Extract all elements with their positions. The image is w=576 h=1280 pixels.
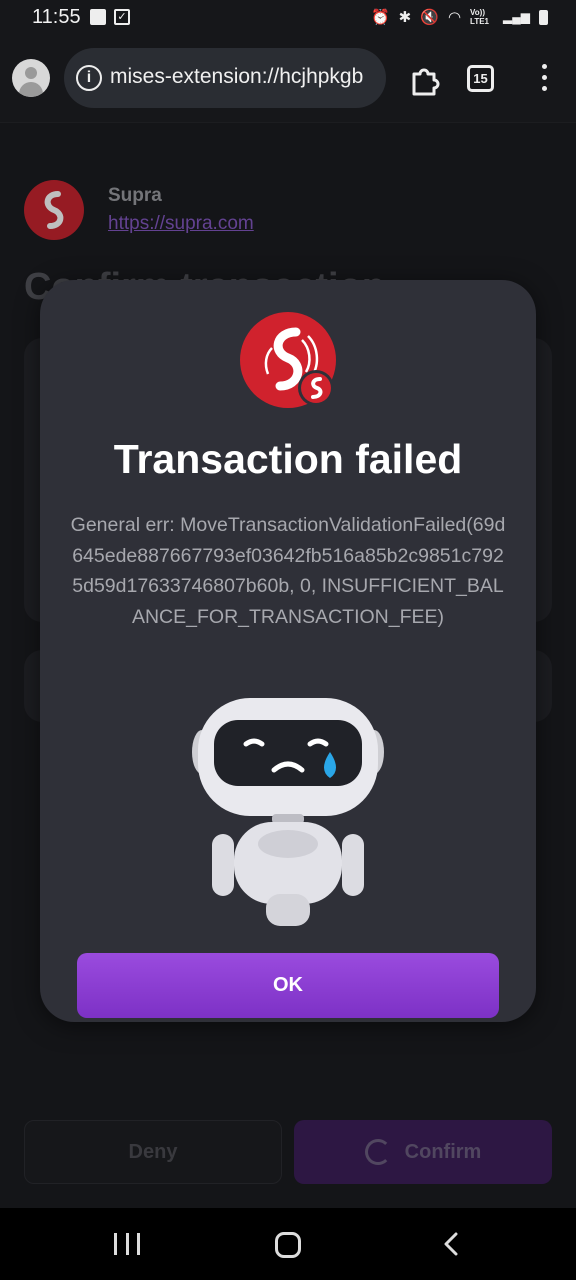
ok-label: OK bbox=[273, 974, 303, 996]
battery-icon bbox=[539, 9, 548, 25]
system-nav-bar bbox=[0, 1208, 576, 1280]
tabs-icon[interactable]: 15 bbox=[467, 65, 494, 92]
ok-button[interactable]: OK bbox=[77, 953, 499, 1018]
more-menu-icon[interactable] bbox=[536, 64, 552, 96]
home-icon[interactable] bbox=[275, 1232, 301, 1258]
supra-logo-icon bbox=[240, 312, 336, 408]
status-left-icons: ✓ bbox=[90, 9, 130, 25]
recent-apps-icon[interactable] bbox=[114, 1233, 140, 1255]
sad-robot-illustration bbox=[192, 698, 384, 926]
address-bar[interactable]: i mises-extension://hcjhpkgb bbox=[64, 48, 386, 108]
browser-toolbar: i mises-extension://hcjhpkgb 15 bbox=[0, 36, 576, 123]
dialog-title: Transaction failed bbox=[113, 436, 463, 482]
profile-avatar[interactable] bbox=[12, 59, 50, 97]
back-icon[interactable] bbox=[440, 1232, 464, 1256]
wifi-icon: ◠ bbox=[447, 9, 462, 26]
bluetooth-icon: ✱ bbox=[398, 9, 412, 26]
error-dialog: Transaction failed General err: MoveTran… bbox=[40, 280, 536, 1022]
image-icon bbox=[90, 9, 106, 25]
signal-icon: ▂▄▆ bbox=[503, 10, 530, 24]
signal-text: Vo)) LTE1 bbox=[470, 8, 489, 26]
status-time: 11:55 bbox=[32, 6, 81, 28]
error-message: General err: MoveTransactionValidationFa… bbox=[70, 514, 506, 628]
status-right-icons: ⏰ ✱ 🔇 ◠ Vo)) LTE1 ▂▄▆ bbox=[371, 8, 548, 26]
status-bar: 11:55 ✓ ⏰ ✱ 🔇 ◠ Vo)) LTE1 ▂▄▆ bbox=[0, 0, 576, 36]
info-icon[interactable]: i bbox=[76, 65, 102, 91]
mute-icon: 🔇 bbox=[420, 9, 439, 26]
alarm-icon: ⏰ bbox=[370, 9, 390, 26]
checkbox-icon: ✓ bbox=[114, 9, 130, 25]
extensions-icon[interactable] bbox=[408, 62, 442, 96]
url-text[interactable]: mises-extension://hcjhpkgb bbox=[110, 65, 363, 89]
